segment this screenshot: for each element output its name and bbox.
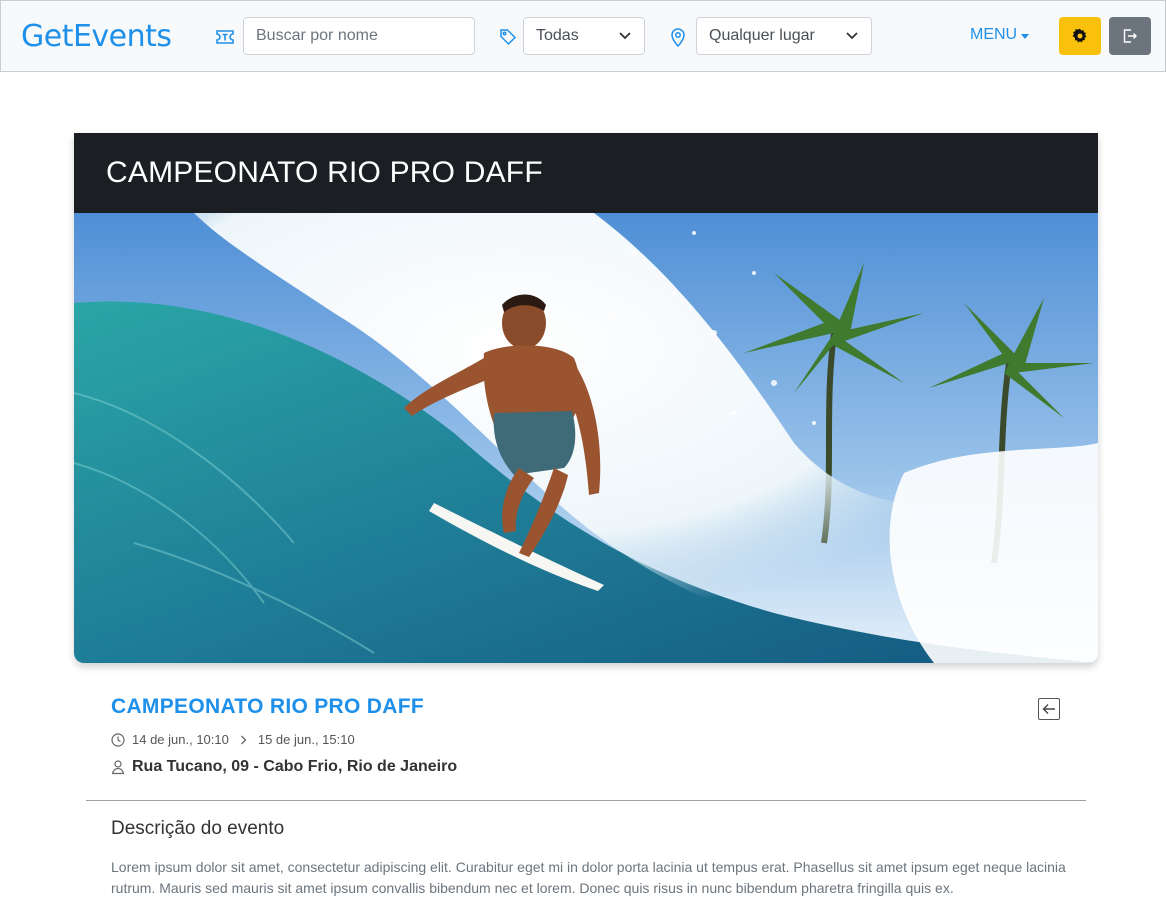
event-hero-card: CAMPEONATO RIO PRO DAFF: [74, 133, 1098, 663]
hero-title-bar: CAMPEONATO RIO PRO DAFF: [74, 133, 1098, 213]
category-select[interactable]: Todas: [523, 17, 645, 55]
event-address-text: Rua Tucano, 09 - Cabo Frio, Rio de Janei…: [132, 758, 458, 775]
chevron-down-icon: [845, 29, 859, 43]
chevron-right-icon: [240, 735, 247, 745]
menu-dropdown-toggle[interactable]: MENU: [970, 26, 1030, 44]
category-select-value: Todas: [536, 27, 579, 44]
logout-button[interactable]: [1109, 17, 1151, 55]
event-dates: 14 de jun., 10:10 15 de jun., 15:10: [111, 732, 355, 747]
map-pin-icon: [667, 26, 689, 48]
location-person-icon: [111, 759, 125, 775]
description-text: Lorem ipsum dolor sit amet, consectetur …: [111, 859, 1066, 896]
event-end-date: 15 de jun., 15:10: [257, 732, 355, 747]
event-address: Rua Tucano, 09 - Cabo Frio, Rio de Janei…: [111, 758, 457, 776]
top-navbar: GetEvents Todas Qualquer lugar MEN: [0, 0, 1166, 72]
back-button[interactable]: [1038, 698, 1060, 720]
logout-icon: [1122, 28, 1138, 44]
brand-logo[interactable]: GetEvents: [21, 19, 172, 55]
chevron-down-icon: [618, 29, 632, 43]
description-heading: Descrição do evento: [111, 818, 285, 839]
tag-icon: [497, 26, 519, 48]
menu-label: MENU: [970, 26, 1018, 43]
search-input[interactable]: [256, 27, 462, 45]
caret-down-icon: [1021, 33, 1030, 39]
surfer-wave-photo: [74, 213, 1098, 663]
hero-title: CAMPEONATO RIO PRO DAFF: [106, 156, 543, 189]
settings-button[interactable]: [1059, 17, 1101, 55]
section-divider: [86, 800, 1086, 801]
gear-icon: [1072, 28, 1088, 44]
event-title: CAMPEONATO RIO PRO DAFF: [111, 695, 424, 718]
location-select-value: Qualquer lugar: [709, 27, 815, 44]
event-start-date: 14 de jun., 10:10: [132, 732, 229, 747]
ticket-icon: [214, 26, 236, 48]
search-input-wrapper: [243, 17, 475, 55]
clock-icon: [111, 732, 125, 747]
arrow-left-icon: [1042, 703, 1056, 715]
location-select[interactable]: Qualquer lugar: [696, 17, 872, 55]
event-banner-image: [74, 213, 1098, 663]
